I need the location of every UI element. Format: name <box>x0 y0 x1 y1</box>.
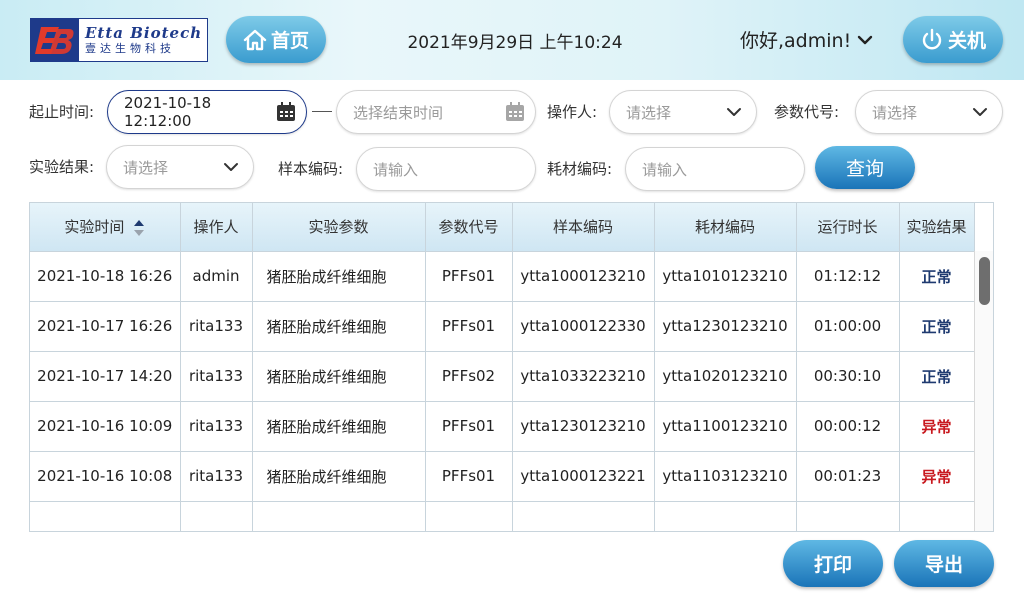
column-header-param-code: 参数代号 <box>425 203 513 252</box>
print-button[interactable]: 打印 <box>783 540 883 587</box>
operator-placeholder: 请选择 <box>626 103 672 122</box>
param-code-select[interactable]: 请选择 <box>855 90 1003 134</box>
result-placeholder: 请选择 <box>123 158 169 177</box>
shutdown-button-label: 关机 <box>947 30 986 52</box>
status-badge: 异常 <box>899 401 975 452</box>
start-time-input[interactable]: 2021-10-18 12:12:00 <box>107 90 307 134</box>
status-badge: 正常 <box>899 301 975 352</box>
logo-text-cn: 壹达生物科技 <box>85 42 175 55</box>
current-datetime: 2021年9月29日 上午10:24 <box>407 33 623 53</box>
logo-text-en: Etta Biotech <box>85 24 203 42</box>
table-row[interactable]: 2021-10-18 16:26 admin 猪胚胎成纤维细胞 PFFs01 y… <box>30 251 975 302</box>
calendar-icon <box>277 102 295 121</box>
operator-select[interactable]: 请选择 <box>609 90 757 134</box>
sort-icon[interactable] <box>133 219 145 237</box>
chevron-down-icon <box>858 35 873 44</box>
status-badge: 正常 <box>899 251 975 302</box>
result-label: 实验结果: <box>29 158 95 176</box>
table-row[interactable]: 2021-10-16 10:08 rita133 猪胚胎成纤维细胞 PFFs01… <box>30 451 975 502</box>
column-header-sample-code: 样本编码 <box>512 203 655 252</box>
param-code-placeholder: 请选择 <box>872 103 918 122</box>
start-time-value: 2021-10-18 12:12:00 <box>124 94 212 130</box>
table-row[interactable]: 2021-10-17 16:26 rita133 猪胚胎成纤维细胞 PFFs01… <box>30 301 975 352</box>
table-row-empty <box>30 501 975 531</box>
greeting-text: 你好,admin! <box>740 30 852 52</box>
table-row[interactable]: 2021-10-17 14:20 rita133 猪胚胎成纤维细胞 PFFs02… <box>30 351 975 402</box>
user-menu[interactable]: 你好,admin! <box>740 26 873 53</box>
result-select[interactable]: 请选择 <box>106 145 254 189</box>
records-table: 实验时间 操作人 实验参数 参数代号 样本编码 耗材编码 运行时长 实验结果 2… <box>29 202 994 532</box>
column-header-consumable-code: 耗材编码 <box>654 203 797 252</box>
end-time-placeholder: 选择结束时间 <box>353 103 444 122</box>
end-time-input[interactable]: 选择结束时间 <box>336 90 536 134</box>
consumable-code-label: 耗材编码: <box>547 160 613 178</box>
chevron-down-icon <box>224 163 238 171</box>
home-button[interactable]: 首页 <box>226 16 326 63</box>
sample-code-placeholder: 请输入 <box>373 160 419 179</box>
logo-mark-icon <box>31 19 79 61</box>
power-icon <box>922 28 942 49</box>
range-separator <box>312 111 332 112</box>
operator-label: 操作人: <box>547 103 598 121</box>
status-badge: 正常 <box>899 351 975 402</box>
query-button[interactable]: 查询 <box>815 146 915 189</box>
sample-code-input[interactable]: 请输入 <box>356 147 536 191</box>
column-header-time[interactable]: 实验时间 <box>30 203 181 252</box>
chevron-down-icon <box>727 108 741 116</box>
calendar-icon <box>506 102 524 121</box>
home-icon <box>243 29 267 50</box>
table-scrollbar[interactable] <box>974 251 993 531</box>
top-bar: Etta Biotech 壹达生物科技 首页 2021年9月29日 上午10:2… <box>0 0 1024 80</box>
chevron-down-icon <box>973 108 987 116</box>
scrollbar-thumb[interactable] <box>979 257 990 305</box>
column-header-result: 实验结果 <box>899 203 975 252</box>
company-logo: Etta Biotech 壹达生物科技 <box>30 18 208 62</box>
column-header-duration: 运行时长 <box>796 203 900 252</box>
shutdown-button[interactable]: 关机 <box>903 16 1003 63</box>
home-button-label: 首页 <box>270 30 309 52</box>
export-button[interactable]: 导出 <box>894 540 994 587</box>
column-header-operator: 操作人 <box>180 203 253 252</box>
column-header-params: 实验参数 <box>252 203 426 252</box>
consumable-code-placeholder: 请输入 <box>642 160 688 179</box>
sample-code-label: 样本编码: <box>278 160 344 178</box>
consumable-code-input[interactable]: 请输入 <box>625 147 805 191</box>
status-badge: 异常 <box>899 451 975 502</box>
param-code-label: 参数代号: <box>774 103 840 121</box>
table-row[interactable]: 2021-10-16 10:09 rita133 猪胚胎成纤维细胞 PFFs01… <box>30 401 975 452</box>
table-header-row: 实验时间 操作人 实验参数 参数代号 样本编码 耗材编码 运行时长 实验结果 <box>30 203 975 252</box>
time-range-label: 起止时间: <box>29 103 95 121</box>
